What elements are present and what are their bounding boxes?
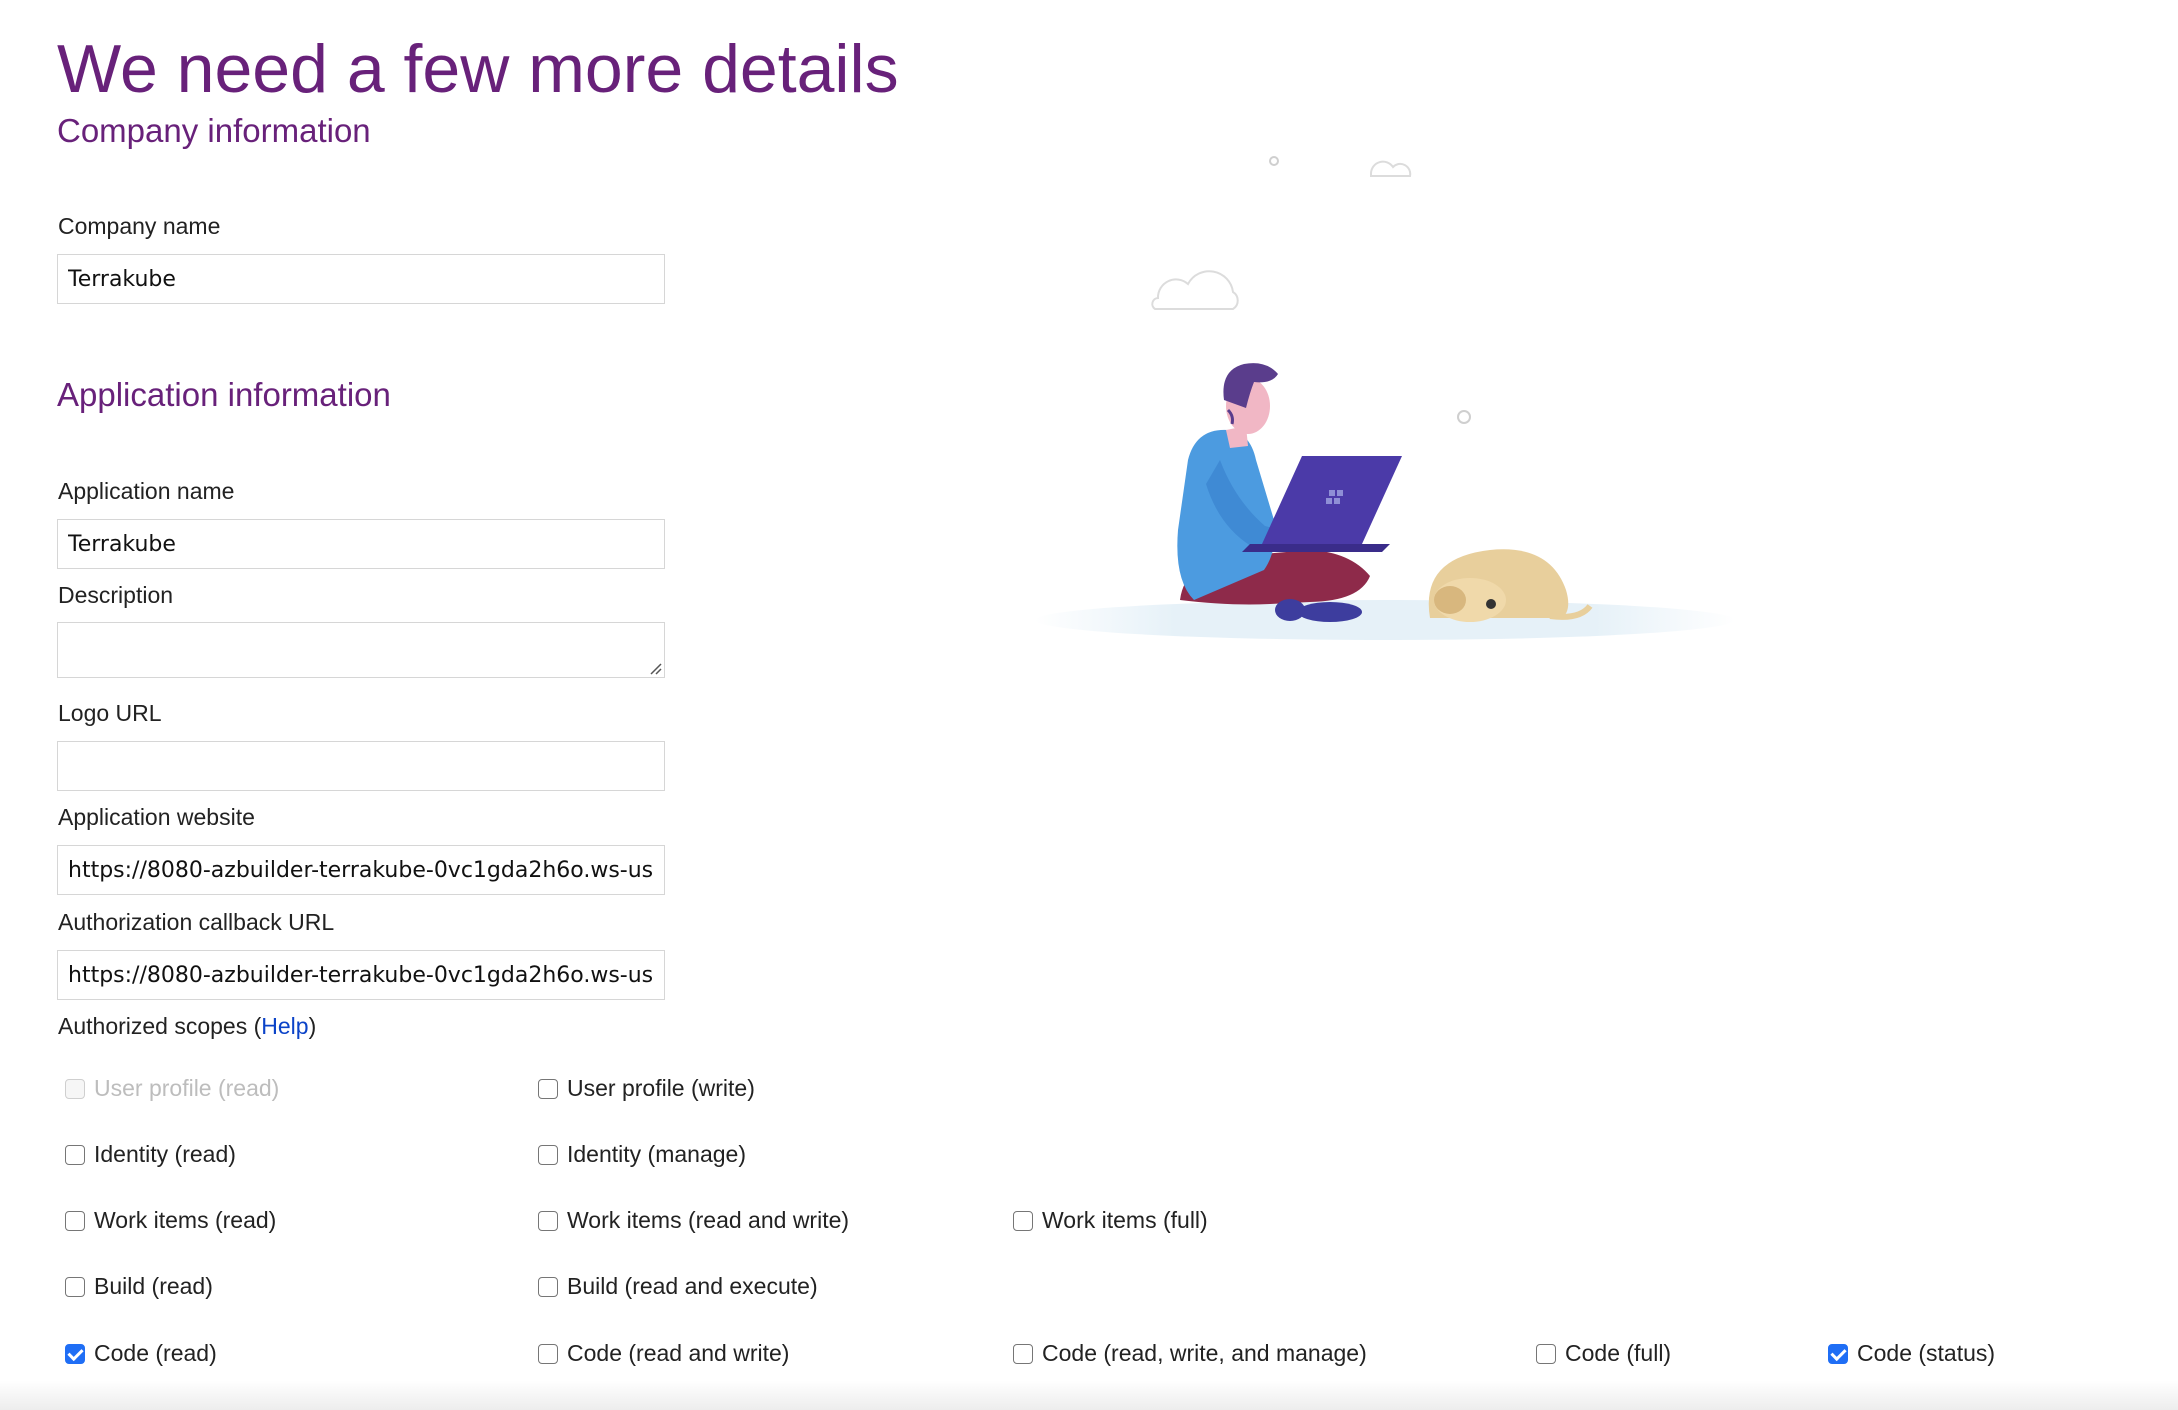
scopes-label-prefix: Authorized scopes ( xyxy=(58,1013,262,1039)
company-name-label: Company name xyxy=(58,213,221,239)
scope-label: Code (status) xyxy=(1857,1340,1996,1366)
application-section-heading: Application information xyxy=(57,376,391,413)
person-with-laptop-and-dog-illustration xyxy=(1035,156,1735,640)
help-link[interactable]: Help xyxy=(261,1013,308,1039)
scope-label: Identity (read) xyxy=(94,1141,236,1167)
company-name-input[interactable] xyxy=(57,254,665,304)
logo-url-input[interactable] xyxy=(57,741,665,791)
scope-user-profile-read[interactable]: User profile (read) xyxy=(65,1075,279,1102)
checkbox-work-items-full[interactable] xyxy=(1013,1210,1033,1231)
logo-url-label: Logo URL xyxy=(58,700,162,726)
checkbox-code-read-write-manage[interactable] xyxy=(1013,1343,1033,1364)
checkbox-build-read[interactable] xyxy=(65,1276,85,1297)
scope-label: Build (read and execute) xyxy=(567,1273,818,1299)
scope-code-status[interactable]: Code (status) xyxy=(1828,1340,1995,1367)
checkbox-code-read[interactable] xyxy=(65,1343,85,1364)
checkbox-identity-manage[interactable] xyxy=(538,1144,558,1165)
application-website-input[interactable] xyxy=(57,845,665,895)
application-name-label: Application name xyxy=(58,478,235,504)
dog-figure xyxy=(1428,549,1593,622)
checkbox-build-read-execute[interactable] xyxy=(538,1276,558,1297)
callback-url-input[interactable] xyxy=(57,950,665,1000)
checkbox-work-items-read-write[interactable] xyxy=(538,1210,558,1231)
checkbox-code-status[interactable] xyxy=(1828,1343,1848,1364)
scope-label: Work items (read) xyxy=(94,1207,277,1233)
scope-code-read-write[interactable]: Code (read and write) xyxy=(538,1340,789,1367)
scope-build-read-execute[interactable]: Build (read and execute) xyxy=(538,1273,818,1300)
callback-url-label: Authorization callback URL xyxy=(58,909,335,935)
cloud-icon xyxy=(1151,160,1412,310)
scope-work-items-full[interactable]: Work items (full) xyxy=(1013,1207,1208,1234)
application-website-label: Application website xyxy=(58,804,255,830)
description-label: Description xyxy=(58,582,174,608)
resize-grip-icon[interactable] xyxy=(648,661,662,675)
scope-label: User profile (write) xyxy=(567,1075,755,1101)
scope-label: Work items (read and write) xyxy=(567,1207,850,1233)
scope-label: Code (full) xyxy=(1565,1340,1672,1366)
checkbox-code-full[interactable] xyxy=(1536,1343,1556,1364)
description-textarea[interactable] xyxy=(57,622,665,678)
company-section-heading: Company information xyxy=(57,112,371,149)
checkbox-code-read-write[interactable] xyxy=(538,1343,558,1364)
scopes-label-suffix: ) xyxy=(308,1013,317,1039)
checkbox-user-profile-write[interactable] xyxy=(538,1078,558,1099)
scope-label: Code (read and write) xyxy=(567,1340,790,1366)
authorized-scopes-label: Authorized scopes (Help) xyxy=(58,1013,316,1040)
scope-identity-read[interactable]: Identity (read) xyxy=(65,1141,236,1168)
checkbox-identity-read[interactable] xyxy=(65,1144,85,1165)
scope-user-profile-write[interactable]: User profile (write) xyxy=(538,1075,755,1102)
application-name-input[interactable] xyxy=(57,519,665,569)
scope-code-full[interactable]: Code (full) xyxy=(1536,1340,1671,1367)
scope-label: Build (read) xyxy=(94,1273,213,1299)
scope-label: Identity (manage) xyxy=(567,1141,746,1167)
scope-label: Code (read, write, and manage) xyxy=(1042,1340,1367,1366)
scope-identity-manage[interactable]: Identity (manage) xyxy=(538,1141,746,1168)
scope-build-read[interactable]: Build (read) xyxy=(65,1273,213,1300)
scope-label: Code (read) xyxy=(94,1340,217,1366)
scope-work-items-read-write[interactable]: Work items (read and write) xyxy=(538,1207,849,1234)
checkbox-user-profile-read[interactable] xyxy=(65,1078,85,1099)
scope-label: Work items (full) xyxy=(1042,1207,1208,1233)
checkbox-work-items-read[interactable] xyxy=(65,1210,85,1231)
bottom-fade xyxy=(0,1380,2178,1410)
scope-label: User profile (read) xyxy=(94,1075,280,1101)
page-title: We need a few more details xyxy=(57,31,899,107)
scope-work-items-read[interactable]: Work items (read) xyxy=(65,1207,276,1234)
scope-code-read[interactable]: Code (read) xyxy=(65,1340,217,1367)
scope-code-read-write-manage[interactable]: Code (read, write, and manage) xyxy=(1013,1340,1367,1367)
